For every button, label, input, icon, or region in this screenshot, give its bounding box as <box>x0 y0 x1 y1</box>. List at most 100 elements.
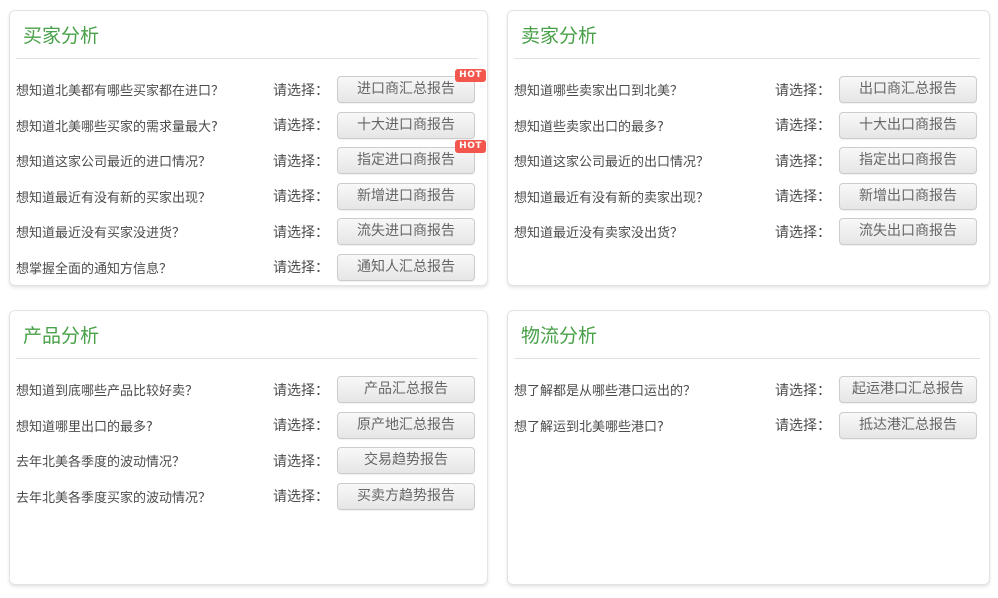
report-row: 去年北美各季度买家的波动情况？ 请选择： 买卖方趋势报告 <box>10 479 487 515</box>
report-row: 想知道最近有没有新的卖家出现？ 请选择： 新增出口商报告 <box>508 179 989 215</box>
panel-title: 物流分析 <box>521 323 974 350</box>
question-text: 想知道最近有没有新的买家出现？ <box>16 187 273 206</box>
button-wrap: 原产地汇总报告 <box>337 412 475 439</box>
report-row: 想知道哪里出口的最多? 请选择： 原产地汇总报告 <box>10 408 487 444</box>
select-label: 请选择： <box>273 451 329 471</box>
report-button-new-exporters[interactable]: 新增出口商报告 <box>839 183 977 210</box>
report-rows: 想了解都是从哪些港口运出的？ 请选择： 起运港口汇总报告 想了解运到北美哪些港口… <box>508 372 989 443</box>
report-button-top10-exporters[interactable]: 十大出口商报告 <box>839 112 977 139</box>
panel-product-analysis: 产品分析 想知道到底哪些产品比较好卖？ 请选择： 产品汇总报告 想知道哪里出口的… <box>9 310 488 585</box>
question-text: 想知道这家公司最近的进口情况？ <box>16 151 273 170</box>
panel-logistics-analysis: 物流分析 想了解都是从哪些港口运出的？ 请选择： 起运港口汇总报告 想了解运到北… <box>507 310 990 585</box>
question-text: 想知道这家公司最近的出口情况？ <box>514 151 775 170</box>
button-wrap: 起运港口汇总报告 <box>839 376 977 403</box>
report-row: 想知道最近没有买家没进货？ 请选择： 流失进口商报告 <box>10 214 487 250</box>
button-wrap: 流失进口商报告 <box>337 218 475 245</box>
report-rows: 想知道哪些卖家出口到北美？ 请选择： 出口商汇总报告 想知道些卖家出口的最多? … <box>508 72 989 250</box>
button-wrap: 交易趋势报告 <box>337 447 475 474</box>
report-row: 想了解都是从哪些港口运出的？ 请选择： 起运港口汇总报告 <box>508 372 989 408</box>
button-wrap: 新增进口商报告 <box>337 183 475 210</box>
select-label: 请选择： <box>775 415 831 435</box>
button-wrap: 十大出口商报告 <box>839 112 977 139</box>
select-label: 请选择： <box>775 186 831 206</box>
question-text: 想知道北美哪些买家的需求量最大? <box>16 116 273 135</box>
report-row: 想知道北美都有哪些买家都在进口？ 请选择： 进口商汇总报告 HOT <box>10 72 487 108</box>
hot-badge: HOT <box>455 69 486 82</box>
button-wrap: 流失出口商报告 <box>839 218 977 245</box>
panel-title: 产品分析 <box>23 323 472 350</box>
question-text: 想掌握全面的通知方信息？ <box>16 258 273 277</box>
select-label: 请选择： <box>775 151 831 171</box>
report-button-notify-party-summary[interactable]: 通知人汇总报告 <box>337 254 475 281</box>
select-label: 请选择： <box>273 80 329 100</box>
button-wrap: 抵达港汇总报告 <box>839 412 977 439</box>
select-label: 请选择： <box>273 380 329 400</box>
button-wrap: 十大进口商报告 <box>337 112 475 139</box>
select-label: 请选择： <box>775 80 831 100</box>
report-row: 去年北美各季度的波动情况？ 请选择： 交易趋势报告 <box>10 443 487 479</box>
button-wrap: 买卖方趋势报告 <box>337 483 475 510</box>
button-wrap: 进口商汇总报告 HOT <box>337 76 475 103</box>
divider <box>16 358 478 359</box>
select-label: 请选择： <box>273 186 329 206</box>
report-button-lost-exporters[interactable]: 流失出口商报告 <box>839 218 977 245</box>
report-row: 想了解运到北美哪些港口? 请选择： 抵达港汇总报告 <box>508 408 989 444</box>
report-button-product-summary[interactable]: 产品汇总报告 <box>337 376 475 403</box>
question-text: 去年北美各季度的波动情况？ <box>16 451 273 470</box>
question-text: 想知道北美都有哪些买家都在进口？ <box>16 80 273 99</box>
question-text: 想知道些卖家出口的最多? <box>514 116 775 135</box>
question-text: 想知道哪里出口的最多? <box>16 416 273 435</box>
report-button-lost-importers[interactable]: 流失进口商报告 <box>337 218 475 245</box>
report-row: 想知道最近有没有新的买家出现？ 请选择： 新增进口商报告 <box>10 179 487 215</box>
report-button-specified-exporter[interactable]: 指定出口商报告 <box>839 147 977 174</box>
report-rows: 想知道北美都有哪些买家都在进口？ 请选择： 进口商汇总报告 HOT 想知道北美哪… <box>10 72 487 285</box>
report-row: 想知道哪些卖家出口到北美？ 请选择： 出口商汇总报告 <box>508 72 989 108</box>
report-row: 想知道些卖家出口的最多? 请选择： 十大出口商报告 <box>508 108 989 144</box>
question-text: 去年北美各季度买家的波动情况？ <box>16 487 273 506</box>
report-button-new-importers[interactable]: 新增进口商报告 <box>337 183 475 210</box>
select-label: 请选择： <box>273 151 329 171</box>
select-label: 请选择： <box>775 222 831 242</box>
button-wrap: 出口商汇总报告 <box>839 76 977 103</box>
report-button-departure-port-summary[interactable]: 起运港口汇总报告 <box>839 376 977 403</box>
question-text: 想知道到底哪些产品比较好卖？ <box>16 380 273 399</box>
select-label: 请选择： <box>273 415 329 435</box>
select-label: 请选择： <box>273 222 329 242</box>
question-text: 想了解都是从哪些港口运出的？ <box>514 380 775 399</box>
divider <box>16 58 478 59</box>
report-button-exporter-summary[interactable]: 出口商汇总报告 <box>839 76 977 103</box>
report-row: 想掌握全面的通知方信息？ 请选择： 通知人汇总报告 <box>10 250 487 286</box>
report-button-trade-trend[interactable]: 交易趋势报告 <box>337 447 475 474</box>
hot-badge: HOT <box>455 140 486 153</box>
report-row: 想知道北美哪些买家的需求量最大? 请选择： 十大进口商报告 <box>10 108 487 144</box>
report-row: 想知道这家公司最近的进口情况？ 请选择： 指定进口商报告 HOT <box>10 143 487 179</box>
select-label: 请选择： <box>273 115 329 135</box>
button-wrap: 新增出口商报告 <box>839 183 977 210</box>
panel-seller-analysis: 卖家分析 想知道哪些卖家出口到北美？ 请选择： 出口商汇总报告 想知道些卖家出口… <box>507 10 990 286</box>
button-wrap: 产品汇总报告 <box>337 376 475 403</box>
button-wrap: 指定出口商报告 <box>839 147 977 174</box>
panel-title: 买家分析 <box>23 23 472 50</box>
button-wrap: 指定进口商报告 HOT <box>337 147 475 174</box>
select-label: 请选择： <box>775 115 831 135</box>
panel-buyer-analysis: 买家分析 想知道北美都有哪些买家都在进口？ 请选择： 进口商汇总报告 HOT 想… <box>9 10 488 286</box>
select-label: 请选择： <box>273 486 329 506</box>
select-label: 请选择： <box>273 257 329 277</box>
report-rows: 想知道到底哪些产品比较好卖？ 请选择： 产品汇总报告 想知道哪里出口的最多? 请… <box>10 372 487 514</box>
report-button-origin-summary[interactable]: 原产地汇总报告 <box>337 412 475 439</box>
divider <box>514 58 980 59</box>
question-text: 想了解运到北美哪些港口? <box>514 416 775 435</box>
question-text: 想知道最近没有卖家没出货？ <box>514 222 775 241</box>
report-button-top10-importers[interactable]: 十大进口商报告 <box>337 112 475 139</box>
report-row: 想知道最近没有卖家没出货？ 请选择： 流失出口商报告 <box>508 214 989 250</box>
question-text: 想知道最近有没有新的卖家出现？ <box>514 187 775 206</box>
report-button-buyer-seller-trend[interactable]: 买卖方趋势报告 <box>337 483 475 510</box>
report-button-arrival-port-summary[interactable]: 抵达港汇总报告 <box>839 412 977 439</box>
report-row: 想知道到底哪些产品比较好卖？ 请选择： 产品汇总报告 <box>10 372 487 408</box>
panel-title: 卖家分析 <box>521 23 974 50</box>
button-wrap: 通知人汇总报告 <box>337 254 475 281</box>
question-text: 想知道哪些卖家出口到北美？ <box>514 80 775 99</box>
question-text: 想知道最近没有买家没进货？ <box>16 222 273 241</box>
select-label: 请选择： <box>775 380 831 400</box>
report-row: 想知道这家公司最近的出口情况？ 请选择： 指定出口商报告 <box>508 143 989 179</box>
